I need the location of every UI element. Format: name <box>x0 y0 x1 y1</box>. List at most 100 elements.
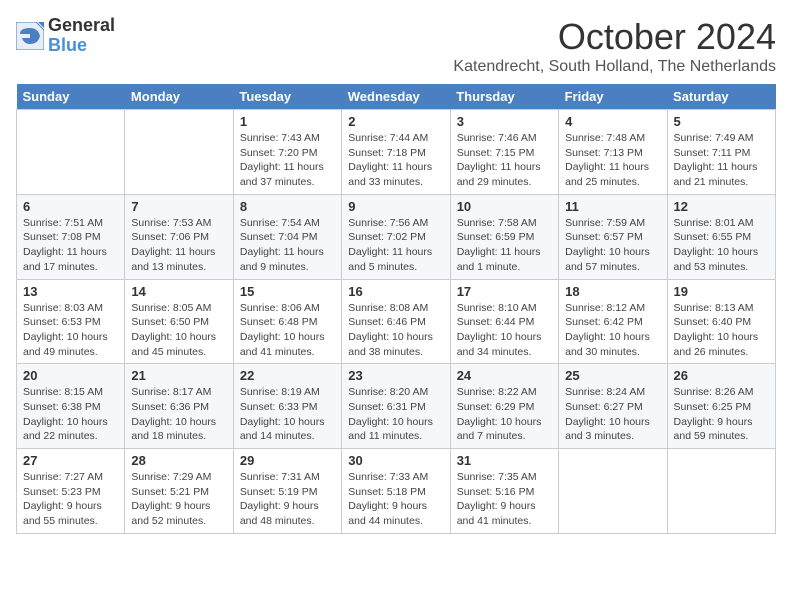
calendar-cell <box>667 449 775 534</box>
calendar-cell: 5 Sunrise: 7:49 AM Sunset: 7:11 PM Daylig… <box>667 110 775 195</box>
day-number: 3 <box>457 114 552 129</box>
column-header-sunday: Sunday <box>17 84 125 110</box>
calendar-cell: 11 Sunrise: 7:59 AM Sunset: 6:57 PM Dayli… <box>559 194 667 279</box>
day-number: 12 <box>674 199 769 214</box>
title-block: October 2024 Katendrecht, South Holland,… <box>453 16 776 76</box>
cell-info: Sunrise: 7:35 AM Sunset: 5:16 PM Dayligh… <box>457 470 552 529</box>
day-number: 25 <box>565 368 660 383</box>
calendar-cell: 12 Sunrise: 8:01 AM Sunset: 6:55 PM Dayli… <box>667 194 775 279</box>
cell-info: Sunrise: 7:54 AM Sunset: 7:04 PM Dayligh… <box>240 216 335 275</box>
calendar-cell: 7 Sunrise: 7:53 AM Sunset: 7:06 PM Daylig… <box>125 194 233 279</box>
day-number: 10 <box>457 199 552 214</box>
cell-info: Sunrise: 8:20 AM Sunset: 6:31 PM Dayligh… <box>348 385 443 444</box>
cell-info: Sunrise: 7:44 AM Sunset: 7:18 PM Dayligh… <box>348 131 443 190</box>
calendar-cell <box>17 110 125 195</box>
day-number: 11 <box>565 199 660 214</box>
day-number: 24 <box>457 368 552 383</box>
calendar-cell: 13Sunrise: 8:03 AM Sunset: 6:53 PM Dayli… <box>17 279 125 364</box>
calendar-cell: 20Sunrise: 8:15 AM Sunset: 6:38 PM Dayli… <box>17 364 125 449</box>
calendar-cell <box>559 449 667 534</box>
calendar-week-3: 13Sunrise: 8:03 AM Sunset: 6:53 PM Dayli… <box>17 279 776 364</box>
day-number: 26 <box>674 368 769 383</box>
column-header-monday: Monday <box>125 84 233 110</box>
day-number: 23 <box>348 368 443 383</box>
cell-info: Sunrise: 7:43 AM Sunset: 7:20 PM Dayligh… <box>240 131 335 190</box>
calendar-cell: 29 Sunrise: 7:31 AM Sunset: 5:19 PM Dayli… <box>233 449 341 534</box>
day-number: 28 <box>131 453 226 468</box>
calendar-cell: 15Sunrise: 8:06 AM Sunset: 6:48 PM Dayli… <box>233 279 341 364</box>
calendar-cell: 16Sunrise: 8:08 AM Sunset: 6:46 PM Dayli… <box>342 279 450 364</box>
cell-info: Sunrise: 7:56 AM Sunset: 7:02 PM Dayligh… <box>348 216 443 275</box>
cell-info: Sunrise: 7:33 AM Sunset: 5:18 PM Dayligh… <box>348 470 443 529</box>
calendar-cell: 4 Sunrise: 7:48 AM Sunset: 7:13 PM Daylig… <box>559 110 667 195</box>
column-header-wednesday: Wednesday <box>342 84 450 110</box>
calendar-cell <box>125 110 233 195</box>
calendar-cell: 28 Sunrise: 7:29 AM Sunset: 5:21 PM Dayli… <box>125 449 233 534</box>
calendar-cell: 31 Sunrise: 7:35 AM Sunset: 5:16 PM Dayli… <box>450 449 558 534</box>
day-number: 18 <box>565 284 660 299</box>
calendar-week-4: 20Sunrise: 8:15 AM Sunset: 6:38 PM Dayli… <box>17 364 776 449</box>
cell-info: Sunrise: 8:08 AM Sunset: 6:46 PM Dayligh… <box>348 301 443 360</box>
day-number: 13 <box>23 284 118 299</box>
cell-info: Sunrise: 8:13 AM Sunset: 6:40 PM Dayligh… <box>674 301 769 360</box>
header-row: SundayMondayTuesdayWednesdayThursdayFrid… <box>17 84 776 110</box>
day-number: 27 <box>23 453 118 468</box>
cell-info: Sunrise: 8:26 AM Sunset: 6:25 PM Dayligh… <box>674 385 769 444</box>
day-number: 5 <box>674 114 769 129</box>
day-number: 17 <box>457 284 552 299</box>
cell-info: Sunrise: 7:29 AM Sunset: 5:21 PM Dayligh… <box>131 470 226 529</box>
calendar-week-2: 6 Sunrise: 7:51 AM Sunset: 7:08 PM Daylig… <box>17 194 776 279</box>
cell-info: Sunrise: 8:06 AM Sunset: 6:48 PM Dayligh… <box>240 301 335 360</box>
calendar-cell: 27Sunrise: 7:27 AM Sunset: 5:23 PM Dayli… <box>17 449 125 534</box>
day-number: 9 <box>348 199 443 214</box>
calendar-cell: 25Sunrise: 8:24 AM Sunset: 6:27 PM Dayli… <box>559 364 667 449</box>
cell-info: Sunrise: 8:01 AM Sunset: 6:55 PM Dayligh… <box>674 216 769 275</box>
calendar-cell: 8 Sunrise: 7:54 AM Sunset: 7:04 PM Daylig… <box>233 194 341 279</box>
calendar-cell: 24 Sunrise: 8:22 AM Sunset: 6:29 PM Dayli… <box>450 364 558 449</box>
cell-info: Sunrise: 7:51 AM Sunset: 7:08 PM Dayligh… <box>23 216 118 275</box>
day-number: 14 <box>131 284 226 299</box>
column-header-friday: Friday <box>559 84 667 110</box>
calendar-cell: 23 Sunrise: 8:20 AM Sunset: 6:31 PM Dayli… <box>342 364 450 449</box>
column-header-saturday: Saturday <box>667 84 775 110</box>
page-header: General Blue October 2024 Katendrecht, S… <box>16 16 776 76</box>
day-number: 19 <box>674 284 769 299</box>
calendar-cell: 2Sunrise: 7:44 AM Sunset: 7:18 PM Daylig… <box>342 110 450 195</box>
cell-info: Sunrise: 8:05 AM Sunset: 6:50 PM Dayligh… <box>131 301 226 360</box>
day-number: 20 <box>23 368 118 383</box>
cell-info: Sunrise: 7:49 AM Sunset: 7:11 PM Dayligh… <box>674 131 769 190</box>
calendar-cell: 6 Sunrise: 7:51 AM Sunset: 7:08 PM Daylig… <box>17 194 125 279</box>
calendar-cell: 22Sunrise: 8:19 AM Sunset: 6:33 PM Dayli… <box>233 364 341 449</box>
cell-info: Sunrise: 7:58 AM Sunset: 6:59 PM Dayligh… <box>457 216 552 275</box>
calendar-cell: 18Sunrise: 8:12 AM Sunset: 6:42 PM Dayli… <box>559 279 667 364</box>
calendar-cell: 30Sunrise: 7:33 AM Sunset: 5:18 PM Dayli… <box>342 449 450 534</box>
calendar-cell: 9 Sunrise: 7:56 AM Sunset: 7:02 PM Daylig… <box>342 194 450 279</box>
calendar-cell: 17 Sunrise: 8:10 AM Sunset: 6:44 PM Dayli… <box>450 279 558 364</box>
cell-info: Sunrise: 8:22 AM Sunset: 6:29 PM Dayligh… <box>457 385 552 444</box>
cell-info: Sunrise: 8:10 AM Sunset: 6:44 PM Dayligh… <box>457 301 552 360</box>
logo-text: General Blue <box>48 16 115 56</box>
cell-info: Sunrise: 7:48 AM Sunset: 7:13 PM Dayligh… <box>565 131 660 190</box>
cell-info: Sunrise: 7:59 AM Sunset: 6:57 PM Dayligh… <box>565 216 660 275</box>
cell-info: Sunrise: 7:31 AM Sunset: 5:19 PM Dayligh… <box>240 470 335 529</box>
day-number: 21 <box>131 368 226 383</box>
cell-info: Sunrise: 8:17 AM Sunset: 6:36 PM Dayligh… <box>131 385 226 444</box>
day-number: 29 <box>240 453 335 468</box>
column-header-thursday: Thursday <box>450 84 558 110</box>
cell-info: Sunrise: 7:53 AM Sunset: 7:06 PM Dayligh… <box>131 216 226 275</box>
day-number: 1 <box>240 114 335 129</box>
column-header-tuesday: Tuesday <box>233 84 341 110</box>
day-number: 6 <box>23 199 118 214</box>
cell-info: Sunrise: 8:19 AM Sunset: 6:33 PM Dayligh… <box>240 385 335 444</box>
day-number: 4 <box>565 114 660 129</box>
day-number: 31 <box>457 453 552 468</box>
calendar-cell: 10 Sunrise: 7:58 AM Sunset: 6:59 PM Dayli… <box>450 194 558 279</box>
calendar-week-5: 27Sunrise: 7:27 AM Sunset: 5:23 PM Dayli… <box>17 449 776 534</box>
logo-general: General <box>48 16 115 36</box>
day-number: 8 <box>240 199 335 214</box>
cell-info: Sunrise: 7:46 AM Sunset: 7:15 PM Dayligh… <box>457 131 552 190</box>
calendar-cell: 21 Sunrise: 8:17 AM Sunset: 6:36 PM Dayli… <box>125 364 233 449</box>
month-title: October 2024 <box>453 16 776 58</box>
day-number: 7 <box>131 199 226 214</box>
calendar-week-1: 1 Sunrise: 7:43 AM Sunset: 7:20 PM Daylig… <box>17 110 776 195</box>
